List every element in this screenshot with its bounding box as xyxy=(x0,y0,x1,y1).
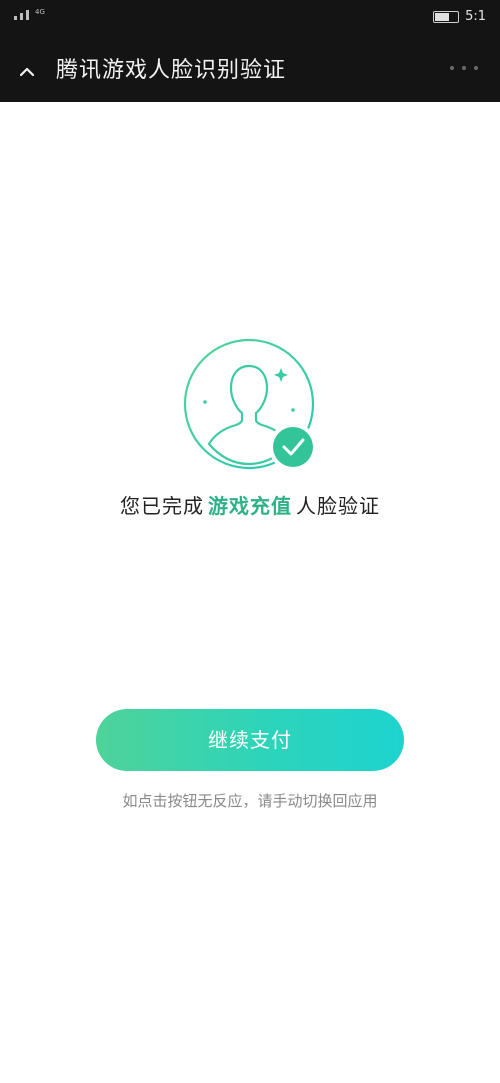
sparkle-icon xyxy=(274,368,288,382)
sparkle-icon xyxy=(203,400,207,404)
more-button[interactable] xyxy=(450,66,478,72)
verification-result-message: 您已完成 游戏充值 人脸验证 xyxy=(0,490,500,519)
face-verified-illustration xyxy=(181,336,321,476)
battery-icon xyxy=(433,10,460,23)
status-bar: 4G 5:1 xyxy=(0,0,500,36)
network-type: 4G xyxy=(35,8,45,16)
status-time: 5:1 xyxy=(465,9,486,24)
signal-bar-icon xyxy=(26,10,29,20)
signal-bar-icon xyxy=(20,13,23,20)
hint-text: 如点击按钮无反应，请手动切换回应用 xyxy=(122,792,378,810)
check-badge-icon xyxy=(273,427,313,467)
result-prefix: 您已完成 xyxy=(120,494,204,518)
more-dots-icon xyxy=(474,66,478,70)
page-title: 腾讯游戏人脸识别验证 xyxy=(56,58,287,83)
more-dots-icon xyxy=(462,66,466,70)
user-silhouette-icon xyxy=(183,338,317,471)
battery-level xyxy=(435,12,450,21)
back-button[interactable] xyxy=(10,48,46,84)
continue-payment-button[interactable]: 继续支付 xyxy=(96,709,404,771)
result-highlight: 游戏充值 xyxy=(208,494,292,518)
chevron-up-icon xyxy=(19,67,35,77)
result-suffix: 人脸验证 xyxy=(296,494,380,518)
sparkle-icon xyxy=(291,408,295,412)
status-right: 5:1 xyxy=(433,9,486,24)
more-dots-icon xyxy=(450,66,454,70)
signal-bar-icon xyxy=(14,16,17,20)
nav-bar: 腾讯游戏人脸识别验证 xyxy=(0,36,500,102)
signal-indicator: 4G xyxy=(14,8,45,20)
